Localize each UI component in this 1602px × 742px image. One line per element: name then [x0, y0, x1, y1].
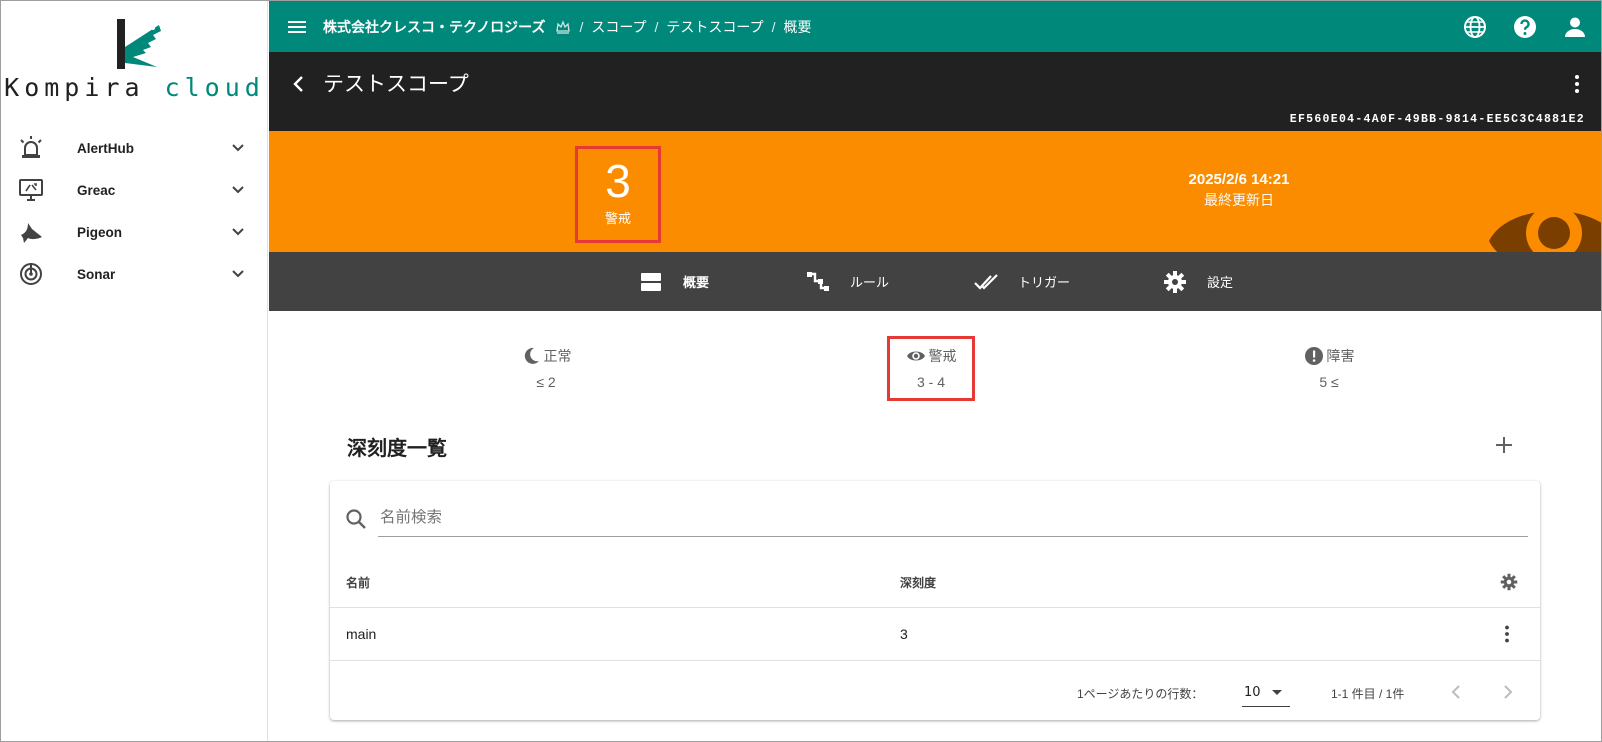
threshold-label: 正常	[543, 348, 572, 364]
column-header-severity[interactable]: 深刻度	[900, 574, 936, 591]
sidebar-item-alerthub[interactable]: AlertHub	[1, 127, 268, 169]
view-agenda-icon	[641, 272, 661, 291]
sidebar-item-sonar[interactable]: Sonar	[1, 253, 268, 295]
threshold-highlight-box	[887, 336, 975, 401]
status-banner: 3 警戒 2025/2/6 14:21 最終更新日	[269, 131, 1601, 252]
chevron-down-icon	[232, 186, 244, 194]
sonar-icon	[20, 263, 42, 285]
pagination-range: 1-1 件目 / 1件	[1331, 687, 1405, 701]
severity-table-card: 名前 深刻度 main 3 1ページあたりの行数： 10 1-1	[330, 481, 1540, 720]
last-updated-label: 最終更新日	[1204, 192, 1274, 208]
tab-settings[interactable]: 設定	[1163, 252, 1233, 311]
scope-header: テストスコープ EF560E04-4A0F-49BB-9814-EE5C3C48…	[269, 52, 1601, 131]
breadcrumb-overview: 概要	[783, 18, 812, 35]
breadcrumb-separator: /	[654, 18, 659, 35]
tab-overview[interactable]: 概要	[639, 252, 709, 311]
breadcrumb-separator: /	[579, 18, 584, 35]
add-icon[interactable]	[1491, 432, 1517, 458]
threshold-failure: 障害 5 ≤	[1291, 346, 1367, 390]
current-level-box: 3 警戒	[575, 146, 661, 243]
rows-per-page-label: 1ページあたりの行数：	[1077, 687, 1204, 701]
search-icon	[346, 509, 366, 529]
breadcrumb: 株式会社クレスコ・テクノロジーズ / スコープ / テストスコープ / 概要	[323, 1, 811, 52]
kompira-cloud-logo[interactable]: Kompira cloud	[1, 15, 268, 105]
crocodile-logo-icon	[117, 19, 161, 69]
breadcrumb-scopes[interactable]: スコープ	[591, 17, 646, 37]
tab-label: 概要	[683, 275, 710, 290]
globe-icon[interactable]	[1461, 13, 1489, 41]
moon-icon	[524, 347, 539, 364]
menu-icon[interactable]	[285, 15, 309, 39]
pigeon-icon	[21, 223, 42, 243]
back-arrow-icon[interactable]	[287, 72, 311, 96]
current-level-label: 警戒	[604, 212, 631, 227]
threshold-range: ≤ 2	[536, 374, 556, 390]
rows-per-page-value: 10	[1244, 685, 1261, 700]
eye-watermark-icon	[1489, 205, 1601, 252]
done-all-icon	[974, 273, 998, 290]
chevron-down-icon	[232, 144, 244, 152]
column-settings-icon[interactable]	[1500, 573, 1518, 591]
scope-uuid: EF560E04-4A0F-49BB-9814-EE5C3C4881E2	[1289, 113, 1585, 126]
tab-label: トリガー	[1018, 275, 1071, 290]
chevron-down-icon	[232, 270, 244, 278]
tab-rules[interactable]: ルール	[806, 252, 889, 311]
column-header-name[interactable]: 名前	[346, 574, 370, 591]
row-name: main	[346, 626, 377, 642]
last-updated-timestamp: 2025/2/6 14:21	[1188, 171, 1290, 188]
scope-tabs: 概要 ルール トリガー 設定	[269, 252, 1601, 311]
row-severity: 3	[900, 626, 908, 642]
sidebar-nav: AlertHub Greac Pigeon Sonar	[1, 127, 268, 295]
help-icon[interactable]	[1511, 13, 1539, 41]
table-row[interactable]: main 3	[330, 608, 1540, 660]
more-vert-icon[interactable]	[1565, 72, 1589, 96]
sidebar: Kompira cloud AlertHub Greac Pigeon Sona…	[1, 1, 268, 741]
arrow-drop-down-icon	[1272, 690, 1282, 695]
current-level-value: 3	[605, 155, 631, 207]
app-frame: Kompira cloud AlertHub Greac Pigeon Sona…	[0, 0, 1602, 742]
breadcrumb-organization[interactable]: 株式会社クレスコ・テクノロジーズ	[323, 17, 545, 37]
sidebar-item-greac[interactable]: Greac	[1, 169, 268, 211]
breadcrumb-separator: /	[771, 18, 776, 35]
row-more-vert-icon[interactable]	[1496, 623, 1518, 645]
severity-list-title: 深刻度一覧	[347, 438, 447, 460]
sidebar-item-label: Sonar	[77, 266, 116, 282]
alert-circle-icon	[1304, 347, 1323, 365]
monitor-icon	[19, 179, 43, 201]
tab-label: 設定	[1207, 275, 1234, 290]
gear-icon	[1164, 270, 1186, 293]
top-actions	[1461, 13, 1589, 41]
account-icon[interactable]	[1561, 13, 1589, 41]
logo-sub-text: cloud	[164, 73, 265, 102]
siren-icon	[20, 136, 42, 158]
tab-triggers[interactable]: トリガー	[974, 252, 1070, 311]
chevron-down-icon	[232, 228, 244, 236]
sidebar-item-label: Pigeon	[77, 224, 123, 240]
scope-title: テストスコープ	[323, 73, 469, 96]
rule-flow-icon	[807, 271, 829, 291]
last-updated: 2025/2/6 14:21 最終更新日	[1149, 171, 1329, 210]
prev-page-icon[interactable]	[1446, 681, 1468, 703]
breadcrumb-test-scope[interactable]: テストスコープ	[666, 17, 763, 37]
next-page-icon[interactable]	[1496, 681, 1518, 703]
top-app-bar: 株式会社クレスコ・テクノロジーズ / スコープ / テストスコープ / 概要	[269, 1, 1601, 52]
logo-main-text: Kompira	[4, 73, 145, 102]
tab-label: ルール	[850, 275, 890, 290]
threshold-label: 障害	[1326, 348, 1355, 364]
sidebar-item-label: Greac	[77, 182, 116, 198]
name-search-input[interactable]	[378, 499, 1528, 537]
divider	[330, 660, 1540, 661]
threshold-normal: 正常 ≤ 2	[501, 346, 591, 390]
rows-per-page-select[interactable]: 10	[1242, 677, 1290, 707]
threshold-range: 5 ≤	[1319, 374, 1339, 390]
crown-icon	[556, 19, 571, 34]
sidebar-item-pigeon[interactable]: Pigeon	[1, 211, 268, 253]
sidebar-item-label: AlertHub	[77, 140, 134, 156]
